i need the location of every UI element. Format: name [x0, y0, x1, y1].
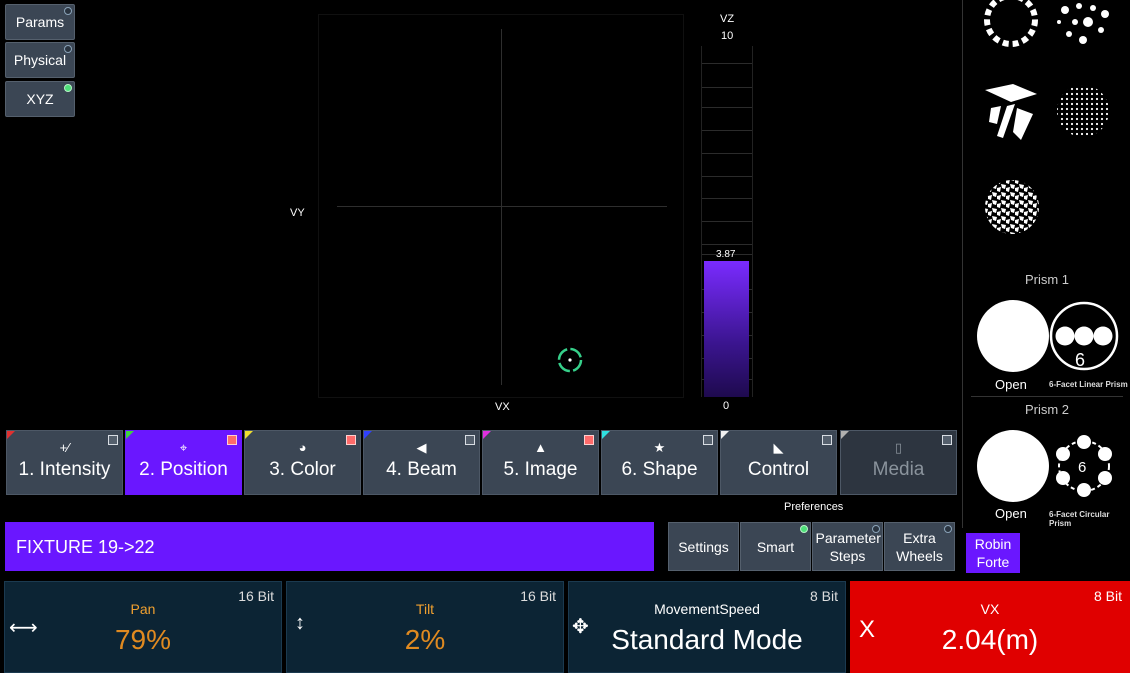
vx-encoder[interactable]: 8 Bit VX X 2.04(m) — [850, 581, 1130, 673]
parameter-steps-led-indicator — [872, 525, 880, 533]
tab-control-corner — [721, 431, 729, 439]
control-icon: ◣ — [773, 440, 784, 455]
palette-icon: ◕ — [298, 440, 307, 455]
prism-2-open-slot[interactable] — [977, 430, 1049, 502]
xy-position-pad[interactable] — [318, 14, 684, 398]
extra-wheels-button[interactable]: Extra Wheels — [884, 522, 955, 571]
vz-value-label: 3.87 — [716, 249, 736, 261]
movement-speed-value: Standard Mode — [611, 624, 803, 655]
params-label: Params — [15, 14, 65, 30]
smart-led-indicator — [800, 525, 808, 533]
tab-color-label: 3. Color — [269, 459, 336, 480]
params-button[interactable]: Params — [5, 4, 75, 40]
xyz-button[interactable]: XYZ — [5, 81, 75, 117]
prism-2-facet-count: 6 — [1078, 459, 1087, 476]
preferences-title: Preferences — [784, 501, 844, 513]
smart-button[interactable]: Smart — [740, 522, 811, 571]
tab-control-label: Control — [747, 459, 810, 480]
tab-beam-corner — [364, 431, 372, 439]
params-led-indicator — [64, 7, 72, 15]
fixture-type-button[interactable]: Robin Forte — [966, 533, 1020, 573]
pan-encoder[interactable]: 16 Bit Pan ⟷ 79% — [4, 581, 282, 673]
tab-intensity-label: 1. Intensity — [18, 459, 111, 480]
prism-1-name: 6-Facet Linear Prism — [1049, 380, 1128, 389]
position-icon: ⌖ — [179, 440, 188, 455]
tab-shape-label: 6. Shape — [621, 459, 698, 480]
tilt-value: 2% — [404, 624, 446, 655]
xyz-label: XYZ — [26, 91, 54, 107]
tab-beam-label: 4. Beam — [386, 459, 457, 480]
prism-1-open-slot[interactable] — [977, 300, 1049, 372]
vz-label: VZ — [720, 13, 735, 25]
tab-media[interactable]: ▯ Media — [840, 430, 957, 495]
tab-beam[interactable]: ◀ 4. Beam — [363, 430, 480, 495]
tab-color[interactable]: ◕ 3. Color — [244, 430, 361, 495]
horizontal-center-line — [337, 206, 667, 207]
gobo-speckle-icon[interactable] — [1055, 82, 1111, 140]
beam-icon: ◀ — [416, 440, 427, 455]
prism-2-title: Prism 2 — [1024, 402, 1070, 417]
tab-shape-corner — [602, 431, 610, 439]
tab-position-corner — [126, 431, 134, 439]
intensity-icon: +⁄ — [59, 440, 70, 455]
fixture-type-label: Robin Forte — [974, 536, 1012, 570]
movement-speed-name: MovementSpeed — [654, 601, 760, 617]
tab-intensity[interactable]: +⁄ 1. Intensity — [6, 430, 123, 495]
tilt-encoder[interactable]: 16 Bit Tilt ↕ 2% — [286, 581, 564, 673]
position-cursor-icon[interactable] — [557, 347, 583, 373]
prism-divider — [971, 396, 1123, 397]
pan-value: 79% — [114, 624, 172, 655]
vz-level-fill — [704, 261, 749, 397]
gobo-breakup-icon[interactable] — [983, 176, 1041, 238]
vy-axis-label: VY — [290, 207, 305, 219]
prism-2-name: 6-Facet Circular Prism — [1049, 510, 1110, 528]
tab-position[interactable]: ⌖ 2. Position — [125, 430, 242, 495]
movement-speed-encoder[interactable]: 8 Bit MovementSpeed ✥ Standard Mode — [568, 581, 846, 673]
settings-label: Settings — [678, 538, 729, 555]
tab-image-corner — [483, 431, 491, 439]
prism-1-title: Prism 1 — [1024, 272, 1070, 287]
tab-intensity-corner — [7, 431, 15, 439]
xyz-led-indicator — [64, 84, 72, 92]
prism-1-facet-count: 6 — [1075, 350, 1086, 370]
parameter-steps-label: Parameter Steps — [815, 529, 881, 564]
tab-color-corner — [245, 431, 253, 439]
tab-position-label: 2. Position — [139, 459, 228, 480]
physical-button[interactable]: Physical — [5, 42, 75, 78]
settings-button[interactable]: Settings — [668, 522, 739, 571]
vz-min-label: 0 — [723, 400, 730, 412]
gobo-shards-icon[interactable] — [981, 80, 1041, 142]
prism-2-open-label: Open — [995, 506, 1027, 521]
fixture-selection-bar[interactable]: FIXTURE 19->22 — [5, 522, 654, 571]
pan-name: Pan — [130, 601, 156, 617]
physical-led-indicator — [64, 45, 72, 53]
tab-image-label: 5. Image — [503, 459, 578, 480]
gobo-prism-panel: Prism 1 Open 6 6-Facet Linear Prism Pris… — [962, 0, 1130, 528]
smart-label: Smart — [756, 538, 795, 555]
tilt-name: Tilt — [415, 601, 435, 617]
tab-control[interactable]: ◣ Control — [720, 430, 837, 495]
extra-wheels-led-indicator — [944, 525, 952, 533]
prism-1-open-label: Open — [995, 377, 1027, 392]
vx-value: 2.04(m) — [941, 624, 1039, 655]
parameter-steps-button[interactable]: Parameter Steps — [812, 522, 883, 571]
image-icon: ▲ — [534, 440, 547, 455]
fixture-selection-text: FIXTURE 19->22 — [16, 537, 155, 557]
vx-axis-label: VX — [495, 401, 510, 413]
vertical-center-line — [501, 29, 502, 385]
tab-shape[interactable]: ★ 6. Shape — [601, 430, 718, 495]
physical-label: Physical — [13, 52, 67, 68]
tab-media-corner — [841, 431, 849, 439]
vx-name: VX — [980, 601, 1000, 617]
tab-media-label: Media — [872, 459, 925, 480]
extra-wheels-label: Extra Wheels — [896, 529, 943, 564]
gobo-dashed-ring-icon[interactable] — [979, 0, 1043, 50]
star-icon: ★ — [653, 440, 666, 455]
tab-image[interactable]: ▲ 5. Image — [482, 430, 599, 495]
vz-max-label: 10 — [721, 30, 734, 42]
media-icon: ▯ — [894, 440, 903, 455]
gobo-dots-icon[interactable] — [1055, 0, 1113, 50]
